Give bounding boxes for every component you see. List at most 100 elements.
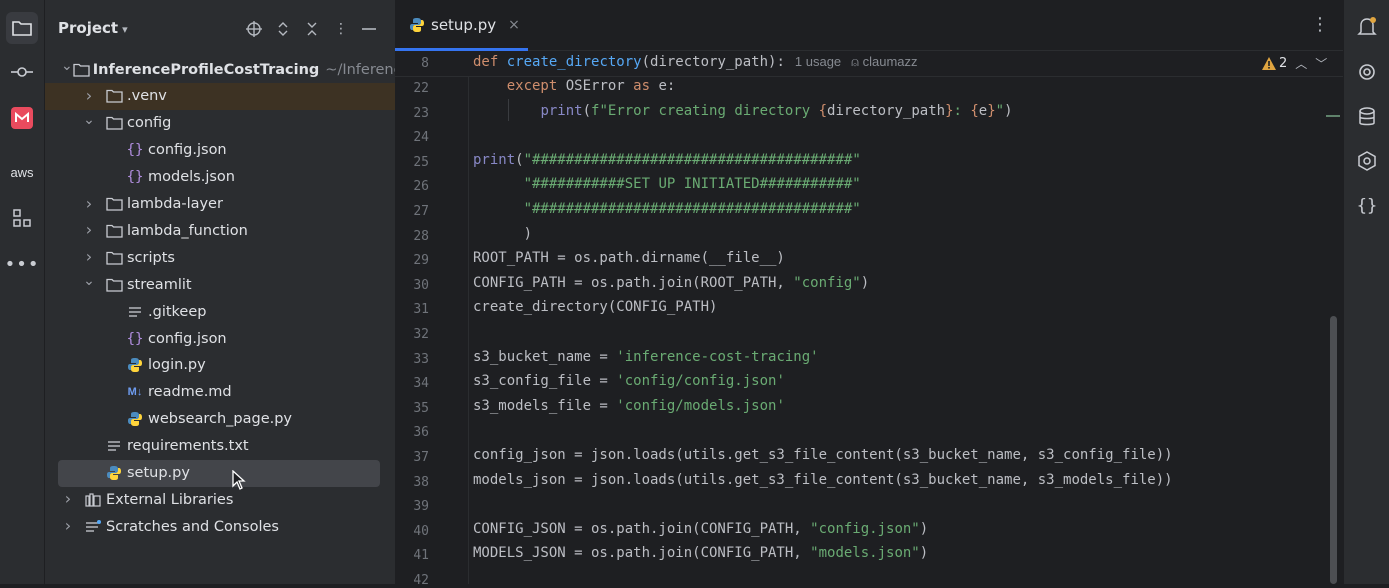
tree-item[interactable]: login.py: [45, 352, 395, 379]
chevron-right-icon[interactable]: ›: [82, 86, 96, 105]
chevron-right-icon[interactable]: ›: [82, 220, 96, 239]
editor-more-icon[interactable]: ⋮: [1311, 14, 1329, 35]
chevron-right-icon[interactable]: ›: [82, 247, 96, 266]
chevron-down-icon[interactable]: ﹀: [1315, 55, 1327, 72]
tree-item-label: requirements.txt: [127, 438, 249, 455]
line-number: 34: [413, 376, 429, 392]
jetbrains-ai-icon[interactable]: [6, 102, 38, 134]
text-file-icon: [104, 437, 124, 455]
warnings-count: 2: [1279, 56, 1288, 71]
tree-item[interactable]: › lambda-layer: [45, 191, 395, 218]
tree-item-label: lambda-layer: [127, 196, 223, 212]
tab-setup-py[interactable]: setup.py ×: [395, 0, 528, 51]
tree-item-label: websearch_page.py: [148, 411, 293, 428]
line-number: 35: [413, 400, 429, 416]
gutter-divider: [468, 51, 469, 584]
python-file-icon: [104, 464, 124, 482]
tree-item[interactable]: › External Libraries: [45, 486, 395, 513]
expand-all-icon[interactable]: [272, 18, 294, 40]
plugin-icon[interactable]: [1352, 146, 1382, 176]
tree-item[interactable]: ⌄ streamlit: [45, 271, 395, 298]
ai-assistant-icon[interactable]: [1352, 57, 1382, 87]
tree-item-label: Scratches and Consoles: [106, 518, 279, 535]
tree-item[interactable]: M↓ readme.md: [45, 379, 395, 406]
line-number: 41: [413, 548, 429, 564]
vertical-scrollbar[interactable]: [1330, 316, 1337, 584]
chevron-down-icon[interactable]: ⌄: [61, 58, 73, 74]
project-folder-icon[interactable]: [6, 12, 38, 44]
database-icon[interactable]: [1352, 102, 1382, 132]
tree-item[interactable]: websearch_page.py: [45, 406, 395, 433]
scratches-icon: [83, 518, 103, 536]
indent-guide: [508, 99, 509, 121]
chevron-right-icon[interactable]: ›: [61, 489, 75, 508]
folder-icon: [104, 222, 124, 240]
author-name: claumazz: [862, 54, 918, 69]
aws-icon[interactable]: aws: [6, 156, 38, 188]
project-view-selector[interactable]: Project ▾: [58, 19, 128, 37]
line-number: 29: [413, 253, 429, 269]
tree-item[interactable]: setup.py: [58, 459, 380, 487]
chevron-up-icon[interactable]: ︿: [1295, 55, 1307, 72]
chevron-right-icon[interactable]: ›: [61, 516, 75, 535]
tree-item-label: .gitkeep: [148, 303, 207, 320]
line-number: 38: [413, 474, 429, 490]
json-icon[interactable]: {}: [1352, 191, 1382, 221]
chevron-down-icon[interactable]: ⌄: [82, 273, 96, 289]
code-line: create_directory(CONFIG_PATH): [473, 299, 717, 315]
code-token: MODELS_JSON = os.path.join(CONFIG_PATH,: [473, 545, 811, 562]
tree-item[interactable]: ⌄ config: [45, 110, 395, 137]
tree-item-label: models.json: [148, 169, 235, 186]
def-keyword: def: [473, 54, 499, 70]
tree-item[interactable]: › Scratches and Consoles: [45, 513, 395, 540]
code-token: models_json = json.loads(utils.get_s3_fi…: [473, 471, 1173, 488]
chevron-down-icon[interactable]: ⌄: [82, 112, 96, 128]
author-inlay[interactable]: ⍝ claumazz: [851, 54, 917, 69]
json-file-icon: {}: [126, 169, 144, 186]
locate-file-icon[interactable]: [243, 18, 265, 40]
inspection-widget[interactable]: 2 ︿ ﹀: [1262, 55, 1327, 72]
code-token: }: [945, 102, 954, 119]
tab-label: setup.py: [431, 16, 497, 34]
code-line: ROOT_PATH = os.path.dirname(__file__): [473, 250, 785, 266]
tree-item-label: config.json: [148, 330, 227, 347]
code-token: except: [506, 78, 558, 94]
collapse-all-icon[interactable]: [301, 18, 323, 40]
tree-item[interactable]: {} config.json: [45, 325, 395, 352]
tree-item[interactable]: › lambda_function: [45, 217, 395, 244]
hide-panel-icon[interactable]: [358, 18, 380, 40]
line-number: 40: [413, 523, 429, 539]
notifications-icon[interactable]: [1352, 12, 1382, 42]
tree-item[interactable]: ⌄ InferenceProfileCostTracing ~/Inference: [45, 56, 395, 83]
tree-item[interactable]: › scripts: [45, 244, 395, 271]
more-icon[interactable]: •••: [5, 248, 39, 280]
tree-item[interactable]: {} config.json: [45, 137, 395, 164]
close-icon[interactable]: ×: [508, 17, 520, 33]
code-token: 'inference-cost-tracing': [616, 348, 819, 365]
sticky-code: def create_directory(directory_path): 1 u…: [473, 54, 918, 70]
usage-inlay[interactable]: 1 usage: [795, 54, 841, 69]
tree-item-label: .venv: [127, 88, 167, 105]
tree-item[interactable]: .gitkeep: [45, 298, 395, 325]
sticky-scroll-header[interactable]: 8 def create_directory(directory_path): 1…: [395, 51, 1343, 77]
code-line: config_json = json.loads(utils.get_s3_fi…: [473, 447, 1173, 463]
tree-item-label: setup.py: [127, 465, 190, 481]
options-icon[interactable]: ⋮: [330, 18, 352, 40]
code-token: "######################################": [523, 151, 861, 168]
code-token: ): [860, 274, 870, 291]
code-token: ROOT_PATH = os.path.dirname(__file__): [473, 250, 785, 267]
commit-icon[interactable]: [6, 56, 38, 88]
code-token: CONFIG_JSON = os.path.join(CONFIG_PATH,: [473, 520, 811, 537]
line-number: 31: [413, 302, 429, 318]
code-line: print("#################################…: [473, 152, 861, 168]
code-line: s3_models_file = 'config/models.json': [473, 398, 785, 414]
chevron-right-icon[interactable]: ›: [82, 194, 96, 213]
tree-item[interactable]: › .venv: [45, 82, 395, 110]
code-token: 'config/config.json': [616, 373, 785, 390]
structure-icon[interactable]: [6, 202, 38, 234]
editor: setup.py × ⋮ 22 23 24 25 26 27 28 29 30 31 32 33 34 3…: [395, 0, 1343, 588]
tree-item[interactable]: requirements.txt: [45, 433, 395, 460]
tree-item-label: InferenceProfileCostTracing: [92, 61, 320, 78]
tree-item[interactable]: {} models.json: [45, 164, 395, 191]
